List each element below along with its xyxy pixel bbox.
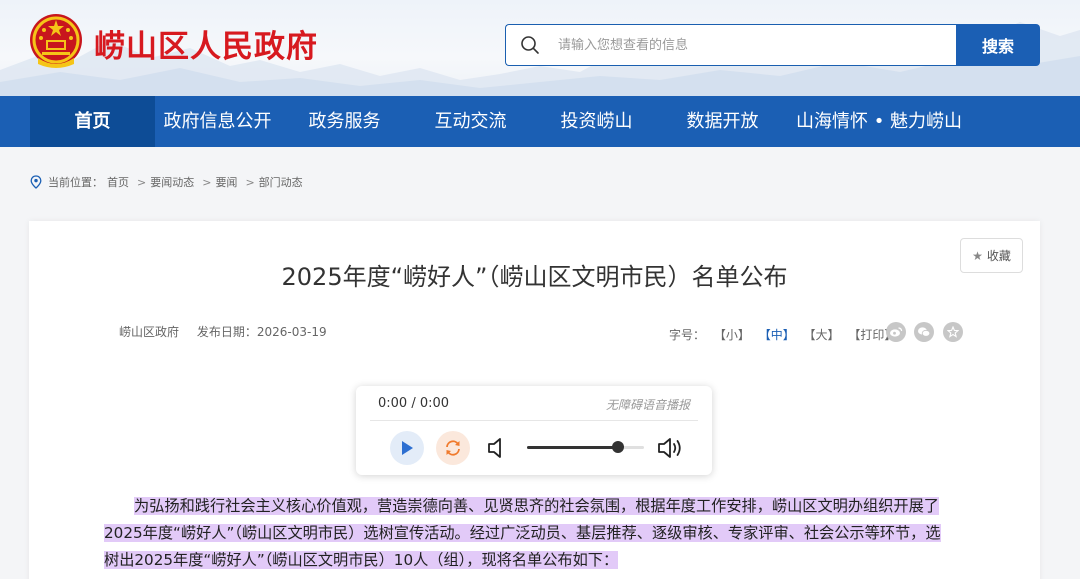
volume-thumb[interactable] — [612, 441, 625, 453]
playback-time: 0:00 / 0:00 — [378, 396, 450, 411]
loop-button[interactable] — [436, 431, 470, 465]
nav-item-home[interactable]: 首页 — [30, 96, 155, 147]
nav-item-investment[interactable]: 投资崂山 — [534, 96, 659, 147]
nav-item-gov-services[interactable]: 政务服务 — [282, 96, 407, 147]
breadcrumb-item-headlines[interactable]: 要闻 — [215, 174, 237, 190]
article-card: ★ 收藏 2025年度“崂好人”（崂山区文明市民）名单公布 崂山区政府 发布日期… — [29, 221, 1040, 579]
publish-date: 发布日期：2026-03-19 — [196, 325, 327, 339]
article-title: 2025年度“崂好人”（崂山区文明市民）名单公布 — [281, 263, 788, 291]
nav-item-open-data[interactable]: 数据开放 — [660, 96, 785, 147]
font-size-label: 字号： — [669, 328, 706, 342]
font-medium-button[interactable]: 【中】 — [759, 328, 795, 342]
body-line: 树出2025年度“崂好人”（崂山区文明市民）10人（组），现将名单公布如下： — [104, 551, 619, 569]
breadcrumb-prefix: 当前位置： — [48, 176, 103, 189]
player-divider — [370, 420, 698, 421]
main-nav: 首页 政府信息公开 政务服务 互动交流 投资崂山 数据开放 山海情怀 • 魅力崂… — [0, 96, 1080, 147]
loop-icon — [446, 440, 460, 456]
play-button[interactable] — [390, 431, 424, 465]
search-button[interactable]: 搜索 — [956, 24, 1040, 66]
nav-item-charm[interactable]: 山海情怀 • 魅力崂山 — [785, 96, 973, 147]
breadcrumb-separator: > — [202, 175, 212, 189]
font-size-control: 字号： 【小】 【中】 【大】 【打印】 — [669, 326, 901, 343]
star-icon[interactable] — [943, 322, 963, 342]
font-small-button[interactable]: 【小】 — [714, 328, 750, 342]
nav-item-gov-info[interactable]: 政府信息公开 — [155, 96, 280, 147]
body-line: 为弘扬和践行社会主义核心价值观，营造崇德向善、见贤思齐的社会氛围，根据年度工作安… — [134, 497, 939, 515]
font-large-button[interactable]: 【大】 — [804, 328, 840, 342]
breadcrumb-separator: > — [245, 175, 255, 189]
search-icon — [521, 36, 539, 54]
article-meta: 崂山区政府 发布日期：2026-03-19 — [119, 323, 341, 340]
wechat-icon[interactable] — [914, 322, 934, 342]
breadcrumb-item-home[interactable]: 首页 — [107, 174, 129, 190]
search-box — [505, 24, 956, 66]
tts-label: 无障碍语音播报 — [605, 398, 690, 412]
weibo-icon[interactable] — [886, 322, 906, 342]
breadcrumb-item-news[interactable]: 要闻动态 — [150, 174, 194, 190]
breadcrumb-separator: > — [137, 175, 147, 189]
article-body: 为弘扬和践行社会主义核心价值观，营造崇德向善、见贤思齐的社会氛围，根据年度工作安… — [104, 493, 964, 574]
body-line: 2025年度“崂好人”（崂山区文明市民）选树宣传活动。经过广泛动员、基层推荐、逐… — [104, 524, 941, 542]
nav-item-interaction[interactable]: 互动交流 — [408, 96, 533, 147]
speaker-icon[interactable] — [486, 436, 508, 460]
article-source: 崂山区政府 — [119, 325, 180, 339]
national-emblem-icon[interactable] — [28, 12, 84, 70]
volume-fill — [527, 446, 619, 449]
breadcrumb: 当前位置： 首页 > 要闻动态 > 要闻 > 部门动态 — [30, 173, 307, 191]
site-header: 崂山区人民政府 搜索 — [0, 0, 1080, 96]
search-input[interactable] — [558, 25, 938, 65]
play-icon — [402, 441, 413, 455]
location-pin-icon — [30, 175, 42, 189]
volume-slider[interactable] — [527, 441, 644, 453]
breadcrumb-item-dept-news[interactable]: 部门动态 — [259, 174, 303, 190]
site-title[interactable]: 崂山区人民政府 — [94, 21, 318, 66]
volume-up-icon[interactable] — [656, 436, 684, 460]
audio-player: 0:00 / 0:00 无障碍语音播报 — [356, 386, 712, 475]
